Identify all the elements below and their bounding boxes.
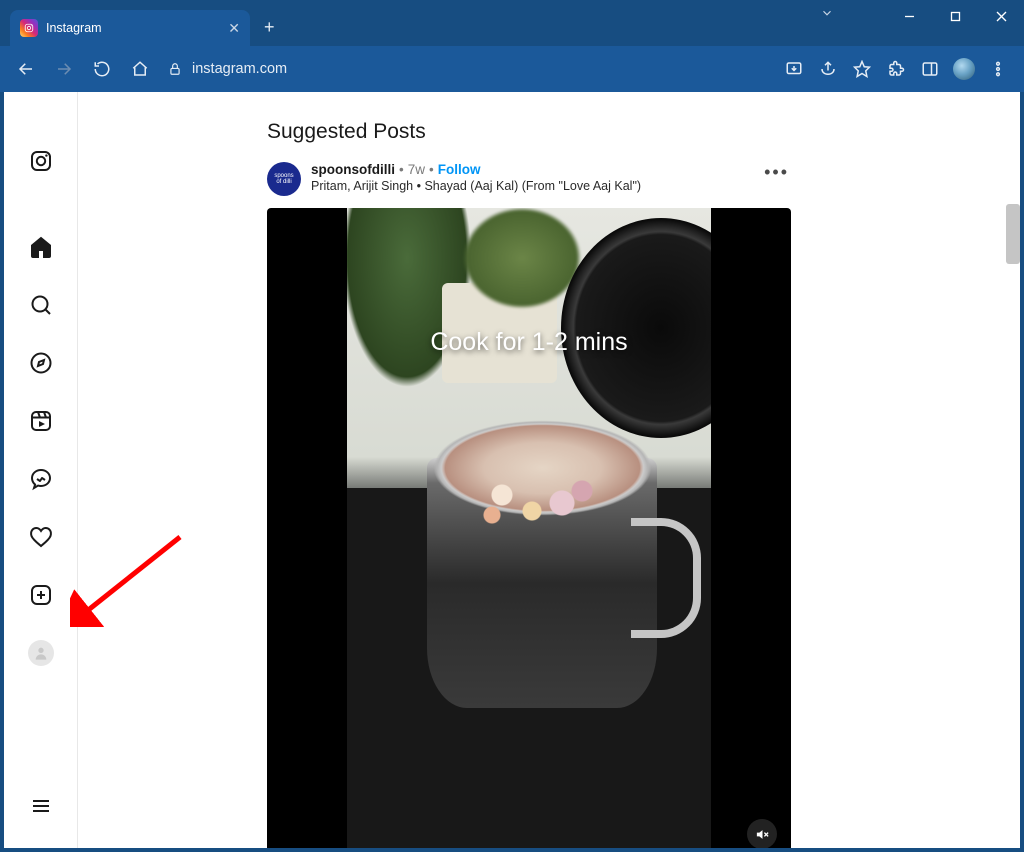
- url-text: instagram.com: [192, 61, 287, 77]
- sidebar-reels-icon[interactable]: [17, 397, 65, 445]
- window-close-button[interactable]: [978, 0, 1024, 32]
- browser-toolbar: instagram.com: [0, 46, 1024, 92]
- lock-icon: [168, 62, 182, 76]
- window-maximize-button[interactable]: [932, 0, 978, 32]
- video-caption-text: Cook for 1-2 mins: [347, 328, 711, 357]
- separator-dot: •: [399, 162, 404, 177]
- tab-list-dropdown-icon[interactable]: [820, 6, 834, 25]
- user-avatar-icon: [953, 58, 975, 80]
- page-viewport: Suggested Posts spoonsof dilli spoonsofd…: [4, 92, 1020, 848]
- new-tab-button[interactable]: +: [264, 17, 275, 38]
- profile-avatar-button[interactable]: [948, 53, 980, 85]
- follow-button[interactable]: Follow: [438, 162, 481, 177]
- nav-forward-button[interactable]: [48, 53, 80, 85]
- post-video[interactable]: Cook for 1-2 mins: [267, 208, 791, 848]
- post-audio-label[interactable]: Pritam, Arijit Singh • Shayad (Aaj Kal) …: [311, 179, 750, 193]
- speaker-muted-icon: [755, 827, 770, 842]
- sidebar-search-icon[interactable]: [17, 281, 65, 329]
- side-panel-icon[interactable]: [914, 53, 946, 85]
- instagram-sidebar: [4, 92, 78, 848]
- section-title: Suggested Posts: [267, 120, 793, 144]
- nav-back-button[interactable]: [10, 53, 42, 85]
- separator-dot: •: [429, 162, 434, 177]
- sidebar-notifications-icon[interactable]: [17, 513, 65, 561]
- extensions-icon[interactable]: [880, 53, 912, 85]
- profile-placeholder-avatar-icon: [28, 640, 54, 666]
- post-more-options-button[interactable]: •••: [760, 162, 793, 183]
- browser-menu-button[interactable]: [982, 53, 1014, 85]
- window-minimize-button[interactable]: [886, 0, 932, 32]
- video-frame: Cook for 1-2 mins: [347, 208, 711, 848]
- bookmark-star-icon[interactable]: [846, 53, 878, 85]
- sidebar-messages-icon[interactable]: [17, 455, 65, 503]
- window-controls: [886, 0, 1024, 32]
- instagram-logo-icon[interactable]: [17, 137, 65, 185]
- vertical-scrollbar-thumb[interactable]: [1006, 204, 1020, 264]
- sidebar-profile-button[interactable]: [17, 629, 65, 677]
- post-age-label: 7w: [408, 162, 425, 177]
- nav-home-button[interactable]: [124, 53, 156, 85]
- url-bar[interactable]: instagram.com: [168, 61, 287, 77]
- poster-username-link[interactable]: spoonsofdilli: [311, 162, 395, 177]
- mute-toggle-button[interactable]: [747, 819, 777, 848]
- tab-close-icon[interactable]: ✕: [228, 20, 240, 37]
- sidebar-home-icon[interactable]: [17, 223, 65, 271]
- sidebar-create-icon[interactable]: [17, 571, 65, 619]
- poster-avatar[interactable]: spoonsof dilli: [267, 162, 301, 196]
- tab-title: Instagram: [46, 21, 220, 35]
- share-icon[interactable]: [812, 53, 844, 85]
- instagram-favicon-icon: [20, 19, 38, 37]
- browser-title-bar: Instagram ✕ +: [0, 0, 1024, 46]
- feed-area: Suggested Posts spoonsof dilli spoonsofd…: [78, 92, 1020, 848]
- sidebar-hamburger-menu-icon[interactable]: [17, 782, 65, 830]
- sidebar-explore-icon[interactable]: [17, 339, 65, 387]
- nav-reload-button[interactable]: [86, 53, 118, 85]
- install-app-icon[interactable]: [778, 53, 810, 85]
- browser-tab[interactable]: Instagram ✕: [10, 10, 250, 46]
- post-header: spoonsof dilli spoonsofdilli • 7w • Foll…: [267, 156, 793, 206]
